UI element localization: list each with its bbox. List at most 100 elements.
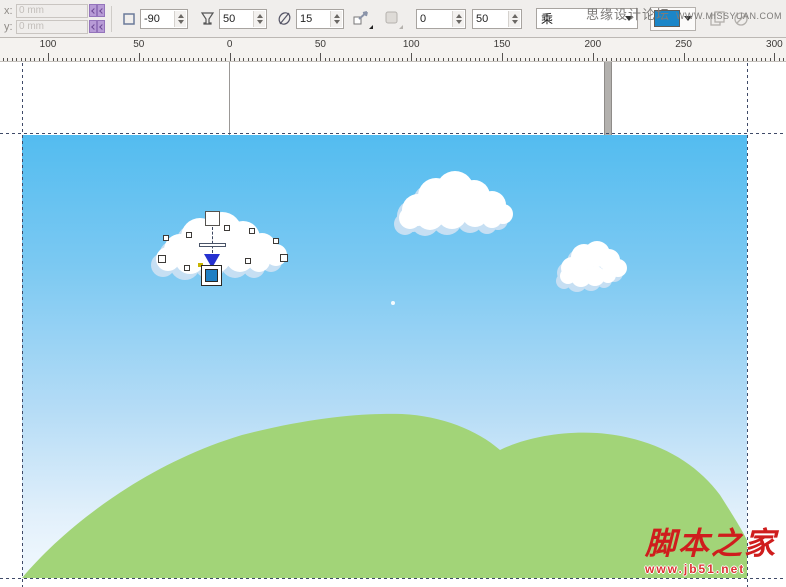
spinner-icon[interactable]: [330, 11, 342, 27]
guideline-drag-bar: [604, 62, 612, 135]
selection-handle[interactable]: [273, 238, 279, 244]
ruler-tick: [570, 58, 571, 61]
ruler-tick: [561, 58, 562, 61]
shadow-opacity-input[interactable]: [219, 9, 267, 29]
watermark-missyuan-url: WWW.MISSYUAN.COM: [676, 11, 782, 21]
guideline-left[interactable]: [22, 63, 23, 587]
spinner-icon[interactable]: [253, 11, 265, 27]
shadow-feather-input[interactable]: [296, 9, 344, 29]
sky-scene: [22, 135, 747, 578]
ruler-tick: [12, 58, 13, 61]
shadow-start-node[interactable]: [205, 211, 220, 226]
y-position-field[interactable]: [16, 20, 88, 34]
ruler-tick: [675, 58, 676, 61]
ruler-tick: [752, 58, 753, 61]
ruler-label: 200: [584, 39, 601, 50]
shadow-fade-input[interactable]: [416, 9, 466, 29]
drawing-canvas[interactable]: 脚本之家 www.jb51.net: [0, 62, 786, 587]
ruler-tick: [538, 58, 539, 61]
ruler-tick: [616, 58, 617, 61]
shadow-angle-input[interactable]: [140, 9, 188, 29]
spinner-icon[interactable]: [452, 11, 464, 27]
ruler-tick: [266, 58, 267, 61]
selection-handle[interactable]: [249, 228, 255, 234]
guideline-top[interactable]: [0, 133, 786, 134]
ruler-major-tick: [593, 53, 594, 61]
ruler-tick: [75, 58, 76, 61]
selection-handle[interactable]: [184, 265, 190, 271]
shadow-end-node[interactable]: [201, 265, 222, 286]
ruler-zero-line: [229, 62, 230, 135]
selection-handle[interactable]: [224, 225, 230, 231]
artwork-page[interactable]: [22, 135, 747, 578]
clouds: [151, 171, 627, 292]
ruler-tick: [62, 58, 63, 61]
spinner-icon[interactable]: [508, 11, 520, 27]
x-spin-up-button[interactable]: [97, 4, 105, 17]
ruler-major-tick: [139, 53, 140, 61]
ruler-tick: [597, 58, 598, 61]
ruler-tick: [53, 58, 54, 61]
watermark-jb51: 脚本之家 www.jb51.net: [645, 529, 786, 576]
ruler-tick: [375, 58, 376, 61]
horizontal-ruler[interactable]: 10050050100150200250300: [0, 38, 786, 62]
ruler-tick: [697, 58, 698, 61]
ruler-label: 300: [766, 39, 783, 50]
ruler-tick: [112, 58, 113, 61]
x-position-field[interactable]: [16, 4, 88, 18]
ruler-tick: [302, 58, 303, 61]
ruler-tick: [21, 58, 22, 61]
ruler-tick: [770, 58, 771, 61]
guideline-bottom[interactable]: [0, 578, 786, 579]
shadow-color-fill: [205, 269, 218, 282]
ruler-tick: [543, 58, 544, 61]
ruler-tick: [493, 58, 494, 61]
feather-edge-button[interactable]: [380, 8, 404, 30]
ruler-tick: [243, 58, 244, 61]
y-spin-down-button[interactable]: [89, 20, 97, 33]
ruler-tick: [275, 58, 276, 61]
ruler-tick: [280, 58, 281, 61]
ruler-tick: [729, 58, 730, 61]
green-hills: [22, 414, 747, 578]
shadow-feather-icon: [277, 11, 292, 26]
ruler-tick: [125, 58, 126, 61]
y-spin-up-button[interactable]: [97, 20, 105, 33]
ruler-tick: [620, 58, 621, 61]
ruler-tick: [339, 58, 340, 61]
ruler-tick: [121, 58, 122, 61]
spinner-icon[interactable]: [174, 11, 186, 27]
ruler-tick: [407, 58, 408, 61]
ruler-tick: [398, 58, 399, 61]
x-spin-down-button[interactable]: [89, 4, 97, 17]
ruler-tick: [720, 58, 721, 61]
ruler-tick: [461, 58, 462, 61]
ruler-tick: [211, 58, 212, 61]
ruler-tick: [134, 58, 135, 61]
shadow-stretch-input[interactable]: [472, 9, 522, 29]
ruler-tick: [765, 58, 766, 61]
ruler-tick: [525, 58, 526, 61]
ruler-tick: [634, 58, 635, 61]
selection-handle[interactable]: [163, 235, 169, 241]
shadow-opacity-slider[interactable]: [199, 243, 226, 247]
ruler-tick: [747, 58, 748, 61]
selection-handle[interactable]: [280, 254, 288, 262]
feather-direction-button[interactable]: [350, 8, 374, 30]
ruler-tick: [193, 58, 194, 61]
guideline-right[interactable]: [747, 63, 748, 587]
ruler-tick: [198, 58, 199, 61]
ruler-tick: [656, 58, 657, 61]
ruler-tick: [166, 58, 167, 61]
ruler-tick: [248, 58, 249, 61]
ruler-tick: [89, 58, 90, 61]
ruler-tick: [234, 58, 235, 61]
selection-handle[interactable]: [245, 258, 251, 264]
selection-handle[interactable]: [158, 255, 166, 263]
ruler-tick: [171, 58, 172, 61]
ruler-tick: [334, 58, 335, 61]
ruler-tick: [325, 58, 326, 61]
ruler-tick: [207, 58, 208, 61]
selection-handle[interactable]: [186, 232, 192, 238]
watermark-missyuan: 思缘设计论坛WWW.MISSYUAN.COM: [586, 4, 782, 24]
